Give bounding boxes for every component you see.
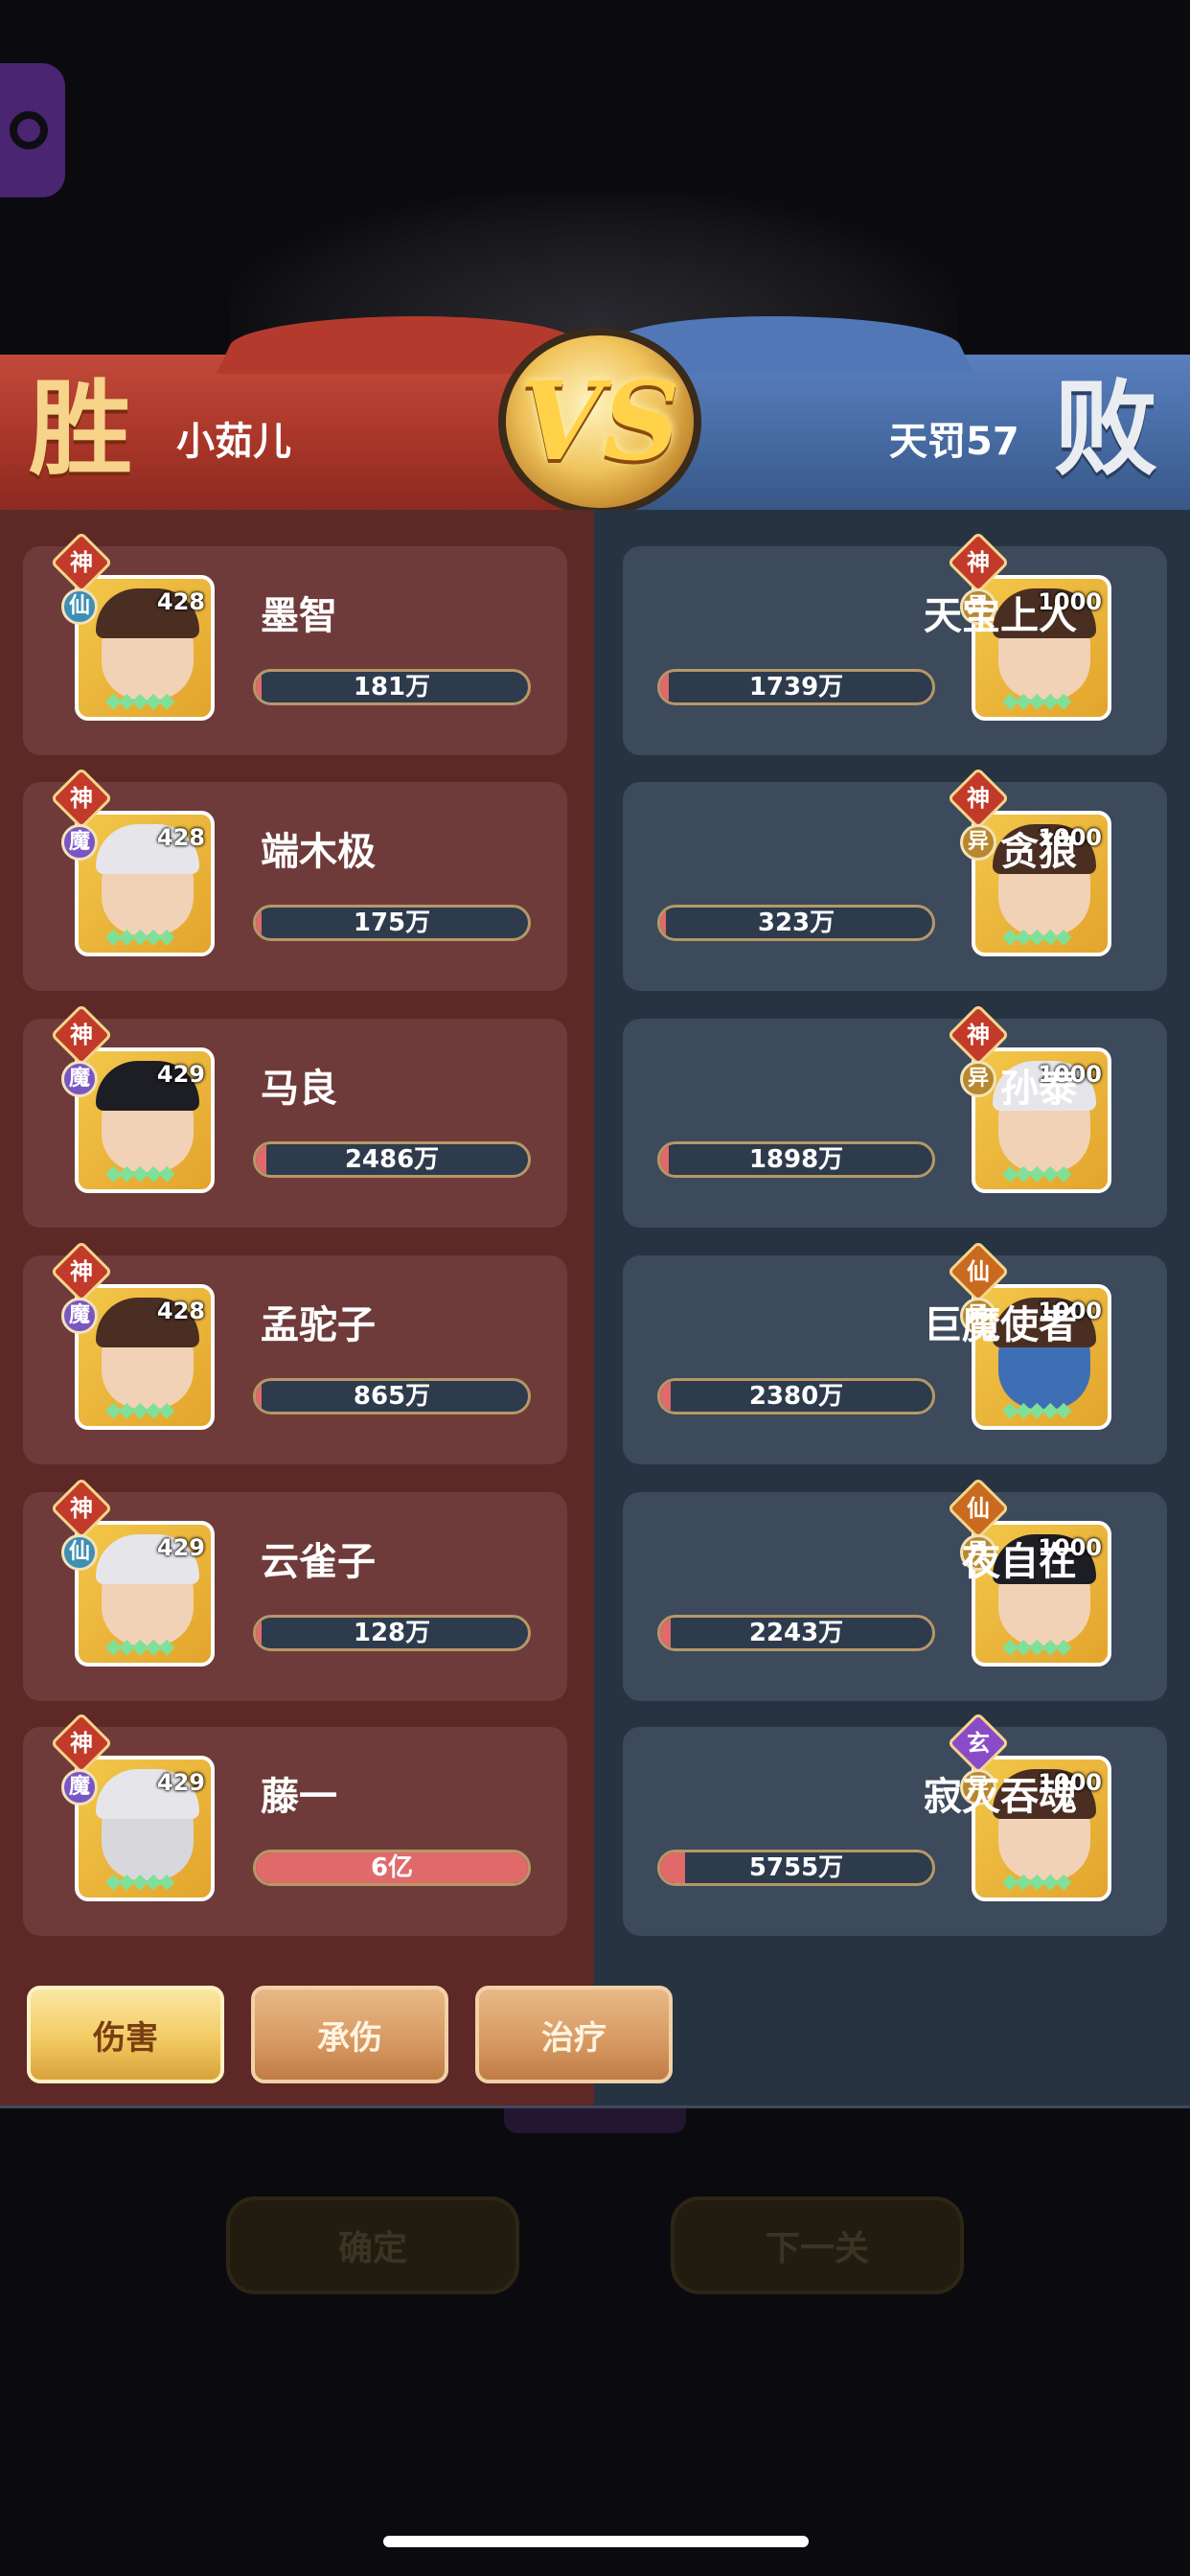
hero-name: 墨智 (261, 594, 337, 638)
tab-damage-taken[interactable]: 承伤 (251, 1986, 448, 2083)
star-rank-icon: ◆◆◆◆◆ (1002, 1398, 1072, 1422)
hero-level: 429 (156, 1769, 205, 1796)
left-hero-card[interactable]: 429 ◆◆◆◆◆ 神魔藤一 6亿 (23, 1712, 567, 1936)
faction-badge: 魔 (61, 1769, 98, 1806)
tab-damage[interactable]: 伤害 (27, 1986, 224, 2083)
hero-level: 429 (156, 1534, 205, 1561)
stat-value: 323万 (757, 908, 835, 937)
hero-name: 藤一 (261, 1775, 337, 1819)
right-player-name: 天罚57 (889, 420, 1019, 464)
hero-name: 贪狼 (1000, 830, 1077, 874)
hero-name: 孟驼子 (261, 1303, 376, 1347)
hero-portrait[interactable]: 429 ◆◆◆◆◆ (75, 1756, 215, 1901)
win-label: 胜 (29, 369, 133, 490)
stat-bar: 323万 (657, 905, 935, 941)
faction-badge: 魔 (61, 1298, 98, 1334)
vs-badge: VS (506, 335, 694, 508)
stat-bar: 2243万 (657, 1615, 935, 1651)
left-hero-card[interactable]: 428 ◆◆◆◆◆ 神魔孟驼子 865万 (23, 1240, 567, 1464)
star-rank-icon: ◆◆◆◆◆ (105, 689, 175, 713)
stat-value: 5755万 (748, 1853, 844, 1882)
hero-portrait[interactable]: 428 ◆◆◆◆◆ (75, 1284, 215, 1430)
stat-bar: 5755万 (657, 1850, 935, 1886)
stat-value: 2380万 (748, 1382, 844, 1411)
hero-name: 端木极 (261, 830, 376, 874)
stat-bar: 175万 (253, 905, 531, 941)
star-rank-icon: ◆◆◆◆◆ (105, 1870, 175, 1894)
stat-value: 175万 (353, 908, 431, 937)
next-level-button[interactable]: 下一关 (671, 2196, 964, 2294)
hero-portrait[interactable]: 428 ◆◆◆◆◆ (75, 575, 215, 721)
hero-name: 马良 (261, 1067, 337, 1111)
lose-label: 败 (1054, 369, 1158, 490)
faction-badge: 仙 (61, 588, 98, 625)
back-button[interactable] (0, 63, 65, 197)
hero-name: 寂灭吞魂 (924, 1775, 1077, 1819)
hero-name: 孙泰 (1000, 1067, 1077, 1111)
star-rank-icon: ◆◆◆◆◆ (1002, 925, 1072, 949)
star-rank-icon: ◆◆◆◆◆ (1002, 689, 1072, 713)
hero-portrait[interactable]: 429 ◆◆◆◆◆ (75, 1521, 215, 1667)
hero-level: 428 (156, 824, 205, 851)
hero-portrait[interactable]: 428 ◆◆◆◆◆ (75, 811, 215, 956)
hero-portrait[interactable]: 429 ◆◆◆◆◆ (75, 1047, 215, 1193)
hero-name: 夜自在 (962, 1540, 1077, 1584)
stat-bar: 6亿 (253, 1850, 531, 1886)
right-hero-card[interactable]: 1000 ◆◆◆◆◆ 神异天宝上人 1739万 (623, 531, 1167, 755)
left-hero-card[interactable]: 428 ◆◆◆◆◆ 神仙墨智 181万 (23, 531, 567, 755)
left-player-name: 小茹儿 (176, 420, 291, 464)
right-hero-card[interactable]: 1000 ◆◆◆◆◆ 神异孙泰 1898万 (623, 1003, 1167, 1228)
hero-name: 巨魔使者 (924, 1303, 1077, 1347)
left-hero-card[interactable]: 429 ◆◆◆◆◆ 神仙云雀子 128万 (23, 1477, 567, 1701)
stat-value: 2486万 (344, 1145, 440, 1174)
stat-value: 2243万 (748, 1619, 844, 1647)
faction-badge: 仙 (61, 1534, 98, 1571)
stat-bar: 2380万 (657, 1378, 935, 1414)
stat-bar: 181万 (253, 669, 531, 705)
star-rank-icon: ◆◆◆◆◆ (1002, 1635, 1072, 1659)
hero-name: 云雀子 (261, 1540, 376, 1584)
hero-level: 429 (156, 1061, 205, 1088)
hidden-tab (504, 2108, 686, 2133)
star-rank-icon: ◆◆◆◆◆ (1002, 1870, 1072, 1894)
star-rank-icon: ◆◆◆◆◆ (1002, 1162, 1072, 1185)
stat-value: 181万 (353, 673, 431, 702)
star-rank-icon: ◆◆◆◆◆ (105, 1398, 175, 1422)
right-hero-card[interactable]: 1000 ◆◆◆◆◆ 神异贪狼 323万 (623, 767, 1167, 991)
faction-badge: 魔 (61, 824, 98, 861)
stat-bar: 1739万 (657, 669, 935, 705)
hero-name: 天宝上人 (924, 594, 1077, 638)
faction-badge: 魔 (61, 1061, 98, 1097)
stat-bar: 865万 (253, 1378, 531, 1414)
stat-value: 1739万 (748, 673, 844, 702)
confirm-button[interactable]: 确定 (226, 2196, 519, 2294)
stat-value: 1898万 (748, 1145, 844, 1174)
back-icon (10, 111, 48, 150)
stat-value: 128万 (353, 1619, 431, 1647)
stat-value: 865万 (353, 1382, 431, 1411)
faction-badge: 异 (960, 1061, 996, 1097)
right-hero-card[interactable]: 1000 ◆◆◆◆◆ 玄异寂灭吞魂 5755万 (623, 1712, 1167, 1936)
left-hero-card[interactable]: 428 ◆◆◆◆◆ 神魔端木极 175万 (23, 767, 567, 991)
stat-value: 6亿 (370, 1853, 414, 1882)
stat-bar: 2486万 (253, 1141, 531, 1178)
right-hero-card[interactable]: 1000 ◆◆◆◆◆ 仙异夜自在 2243万 (623, 1477, 1167, 1701)
home-indicator (383, 2536, 809, 2547)
hero-level: 428 (156, 588, 205, 615)
faction-badge: 异 (960, 824, 996, 861)
left-hero-card[interactable]: 429 ◆◆◆◆◆ 神魔马良 2486万 (23, 1003, 567, 1228)
star-rank-icon: ◆◆◆◆◆ (105, 1162, 175, 1185)
stat-bar: 1898万 (657, 1141, 935, 1178)
hero-level: 428 (156, 1298, 205, 1324)
star-rank-icon: ◆◆◆◆◆ (105, 1635, 175, 1659)
stat-bar: 128万 (253, 1615, 531, 1651)
tab-healing[interactable]: 治疗 (475, 1986, 673, 2083)
right-hero-card[interactable]: 1000 ◆◆◆◆◆ 仙异巨魔使者 2380万 (623, 1240, 1167, 1464)
star-rank-icon: ◆◆◆◆◆ (105, 925, 175, 949)
